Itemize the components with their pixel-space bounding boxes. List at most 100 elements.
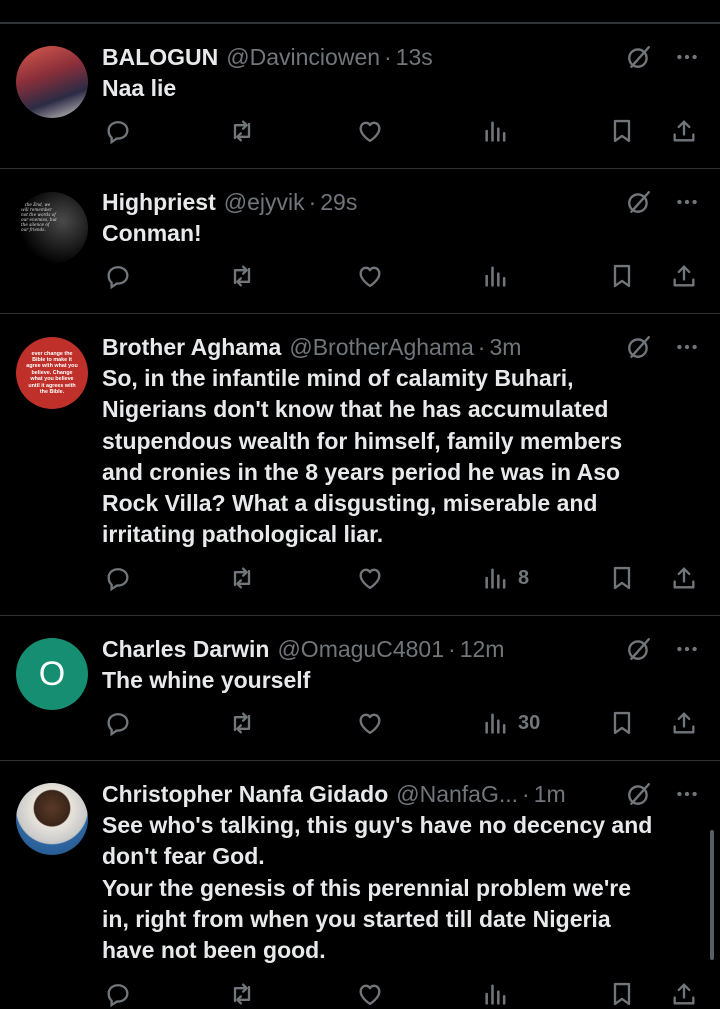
- views-icon: [485, 266, 506, 287]
- tweet-text: Conman!: [102, 220, 202, 246]
- more-icon[interactable]: [674, 636, 700, 662]
- timestamp[interactable]: 29s: [320, 186, 357, 218]
- like-icon: [359, 266, 381, 288]
- reply-button[interactable]: [104, 116, 132, 146]
- tweet-actions: 8: [102, 563, 702, 593]
- views-icon: [485, 568, 506, 589]
- tweet-text: So, in the infantile mind of calamity Bu…: [102, 365, 623, 548]
- views-button[interactable]: 30: [482, 708, 540, 738]
- reply-button[interactable]: [104, 563, 132, 593]
- tweet-text: Naa lie: [102, 75, 177, 101]
- tweet-actions: [102, 261, 702, 291]
- grok-icon[interactable]: [626, 334, 652, 360]
- tweet-header: Brother Aghama @BrotherAghama · 3m: [102, 331, 700, 363]
- like-icon: [359, 713, 381, 735]
- reply-button[interactable]: [104, 261, 132, 291]
- bookmark-button[interactable]: [608, 261, 636, 291]
- user-handle[interactable]: @NanfaG...: [396, 778, 518, 810]
- like-button[interactable]: [356, 708, 384, 738]
- user-handle[interactable]: @OmaguC4801: [277, 633, 444, 665]
- more-icon[interactable]: [674, 334, 700, 360]
- avatar[interactable]: [16, 46, 88, 118]
- separator: ·: [448, 636, 456, 662]
- avatar[interactable]: [16, 783, 88, 855]
- tweet-actions: [102, 116, 702, 146]
- retweet-button[interactable]: [228, 116, 256, 146]
- avatar-quote-text: ever change the Bible to make it agree w…: [26, 350, 78, 396]
- reply-icon: [107, 713, 129, 737]
- more-icon[interactable]: [674, 189, 700, 215]
- tweet[interactable]: n the End, we will remember not the word…: [0, 168, 720, 313]
- timestamp[interactable]: 1m: [534, 778, 566, 810]
- like-button[interactable]: [356, 563, 384, 593]
- bookmark-icon: [613, 566, 631, 590]
- share-icon: [673, 712, 695, 734]
- tweet[interactable]: O Charles Darwin @OmaguC4801 · 12m The w…: [0, 615, 720, 760]
- avatar[interactable]: n the End, we will remember not the word…: [16, 192, 88, 264]
- more-icon[interactable]: [674, 781, 700, 807]
- avatar[interactable]: O: [16, 638, 88, 710]
- avatar-quote-text: n the End, we will remember not the word…: [21, 202, 57, 232]
- grok-icon[interactable]: [626, 781, 652, 807]
- display-name[interactable]: Christopher Nanfa Gidado: [102, 778, 388, 810]
- display-name[interactable]: Highpriest: [102, 186, 216, 218]
- share-button[interactable]: [670, 116, 698, 146]
- tweet[interactable]: Christopher Nanfa Gidado @NanfaG... · 1m…: [0, 760, 720, 1008]
- retweet-icon: [233, 265, 251, 287]
- tweet-header: Christopher Nanfa Gidado @NanfaG... · 1m: [102, 778, 700, 810]
- reply-icon: [107, 121, 129, 145]
- display-name[interactable]: BALOGUN: [102, 41, 218, 73]
- grok-icon[interactable]: [626, 44, 652, 70]
- display-name[interactable]: Charles Darwin: [102, 633, 269, 665]
- share-icon: [673, 120, 695, 142]
- bookmark-button[interactable]: [608, 708, 636, 738]
- views-icon: [485, 713, 506, 734]
- separator: ·: [308, 189, 317, 215]
- scrollbar[interactable]: [710, 830, 714, 960]
- user-handle[interactable]: @BrotherAghama: [289, 331, 473, 363]
- retweet-button[interactable]: [228, 261, 256, 291]
- user-handle[interactable]: @Davinciowen: [226, 41, 380, 73]
- view-count: 30: [518, 711, 541, 734]
- avatar[interactable]: ever change the Bible to make it agree w…: [16, 337, 88, 409]
- views-button[interactable]: 8: [482, 563, 529, 593]
- tweet-header: BALOGUN @Davinciowen · 13s: [102, 41, 700, 73]
- timestamp[interactable]: 12m: [460, 633, 505, 665]
- views-icon: [485, 984, 506, 1005]
- retweet-button[interactable]: [228, 563, 256, 593]
- views-button[interactable]: [482, 116, 518, 146]
- tweet-text: The whine yourself: [102, 667, 311, 693]
- retweet-icon: [233, 983, 251, 1005]
- share-button[interactable]: [670, 563, 698, 593]
- tweet[interactable]: ever change the Bible to make it agree w…: [0, 313, 720, 615]
- views-icon: [485, 121, 506, 142]
- bookmark-button[interactable]: [608, 563, 636, 593]
- share-button[interactable]: [670, 708, 698, 738]
- like-icon: [359, 984, 381, 1006]
- like-button[interactable]: [356, 116, 384, 146]
- timestamp[interactable]: 3m: [489, 331, 521, 363]
- tweet[interactable]: BALOGUN @Davinciowen · 13s Naa lie: [0, 23, 720, 168]
- display-name[interactable]: Brother Aghama: [102, 331, 281, 363]
- bookmark-button[interactable]: [608, 116, 636, 146]
- bookmark-icon: [613, 264, 631, 288]
- separator: ·: [522, 781, 530, 807]
- more-icon[interactable]: [674, 44, 700, 70]
- retweet-button[interactable]: [228, 708, 256, 738]
- reply-button[interactable]: [104, 708, 132, 738]
- like-button[interactable]: [356, 261, 384, 291]
- view-count: 8: [518, 566, 530, 589]
- tweet-text: See who's talking, this guy's have no de…: [102, 812, 653, 964]
- grok-icon[interactable]: [626, 636, 652, 662]
- user-handle[interactable]: @ejyvik: [224, 186, 305, 218]
- avatar-initial: O: [38, 654, 66, 693]
- share-button[interactable]: [670, 261, 698, 291]
- bookmark-icon: [613, 119, 631, 143]
- like-icon: [359, 121, 381, 143]
- views-button[interactable]: [482, 261, 518, 291]
- reply-icon: [107, 568, 129, 592]
- separator: ·: [384, 44, 392, 70]
- timestamp[interactable]: 13s: [396, 41, 433, 73]
- grok-icon[interactable]: [626, 189, 652, 215]
- bookmark-icon: [613, 711, 631, 735]
